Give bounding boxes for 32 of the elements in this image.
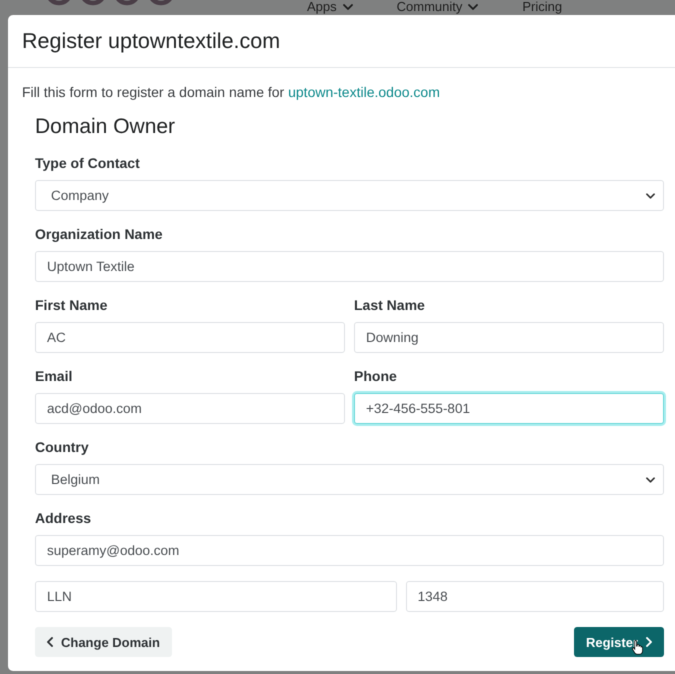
field-label: Country [35,439,90,455]
intro-text: Fill this form to register a domain name for uptown-textile.odoo.com [22,83,441,102]
field-label: Last Name [354,297,426,313]
select-field[interactable]: Company [35,180,664,211]
chevron-right-icon [646,637,652,647]
nav-link[interactable]: Pricing [522,0,562,14]
chevron-down-icon [646,192,655,198]
domain-link[interactable]: uptown-textile.odoo.com [288,84,440,100]
text-field[interactable]: Downing [354,322,664,353]
change-domain-button[interactable]: Change Domain [35,627,172,657]
text-field[interactable]: +32-456-555-801 [354,393,664,424]
nav-link[interactable]: Apps [307,0,353,14]
section-heading: Domain Owner [35,115,176,139]
logo-icon[interactable] [46,0,174,6]
field-label: Address [35,510,92,526]
select-field[interactable]: Belgium [35,464,664,495]
chevron-down-icon [646,476,655,482]
field-label: Phone [354,368,398,384]
field-label: Organization Name [35,226,164,242]
text-field[interactable]: Uptown Textile [35,251,664,282]
register-button[interactable]: Register [574,627,664,657]
dialog-title: Register uptowntextile.com [22,28,280,54]
text-field[interactable]: AC [35,322,345,353]
field-label: Email [35,368,74,384]
nav-link[interactable]: Community [396,0,478,14]
text-field[interactable]: 1348 [406,581,664,612]
field-label: Type of Contact [35,155,141,171]
text-field[interactable]: LLN [35,581,397,612]
chevron-left-icon [47,637,53,647]
text-field[interactable]: acd@odoo.com [35,393,345,424]
field-label: First Name [35,297,108,313]
text-field[interactable]: superamy@odoo.com [35,535,664,566]
